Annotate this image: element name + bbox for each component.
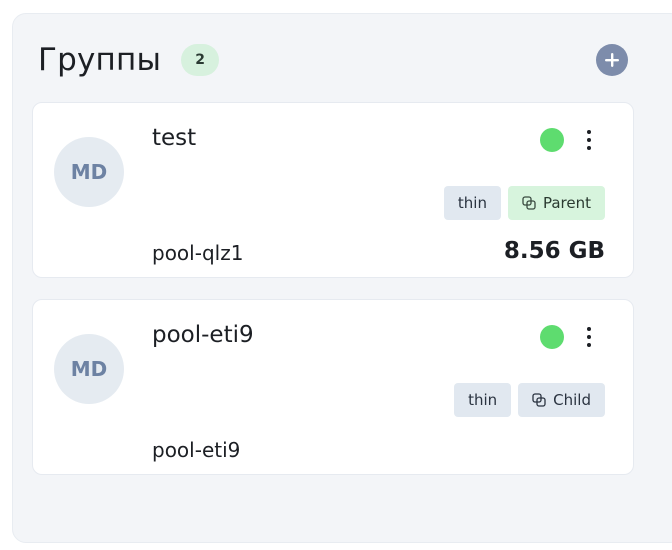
groups-header: Группы 2 xyxy=(38,42,220,78)
group-card[interactable]: MD test thin Parent pool-qlz1 8.56 GB xyxy=(32,102,634,278)
status-indicator xyxy=(540,325,564,349)
group-name: pool-eti9 xyxy=(152,322,254,348)
link-icon xyxy=(532,393,546,407)
kebab-dot xyxy=(587,130,591,134)
add-group-button[interactable] xyxy=(596,44,628,76)
groups-count-badge: 2 xyxy=(181,44,220,76)
kebab-dot xyxy=(587,335,591,339)
group-name: test xyxy=(152,125,197,151)
tag-list: thin Child xyxy=(454,383,605,417)
tag-thin: thin xyxy=(454,383,512,417)
tag-label: thin xyxy=(468,391,498,409)
pool-name: pool-eti9 xyxy=(152,438,241,462)
tag-parent: Parent xyxy=(507,186,605,220)
avatar: MD xyxy=(54,334,124,404)
size-value: 8.56 GB xyxy=(503,238,605,264)
tag-list: thin Parent xyxy=(443,186,605,220)
plus-circle-icon xyxy=(605,53,619,67)
pool-name: pool-qlz1 xyxy=(152,241,244,265)
tag-label: thin xyxy=(457,194,487,212)
more-options-button[interactable] xyxy=(577,125,601,155)
kebab-dot xyxy=(587,138,591,142)
group-card[interactable]: MD pool-eti9 thin Child pool-eti9 xyxy=(32,299,634,475)
kebab-dot xyxy=(587,327,591,331)
kebab-dot xyxy=(587,146,591,150)
status-indicator xyxy=(540,128,564,152)
tag-label: Parent xyxy=(542,194,591,212)
link-icon xyxy=(522,196,536,210)
more-options-button[interactable] xyxy=(577,322,601,352)
page-title: Группы xyxy=(38,42,162,78)
tag-child: Child xyxy=(518,383,605,417)
kebab-dot xyxy=(587,343,591,347)
avatar: MD xyxy=(54,137,124,207)
tag-label: Child xyxy=(553,391,591,409)
tag-thin: thin xyxy=(443,186,501,220)
